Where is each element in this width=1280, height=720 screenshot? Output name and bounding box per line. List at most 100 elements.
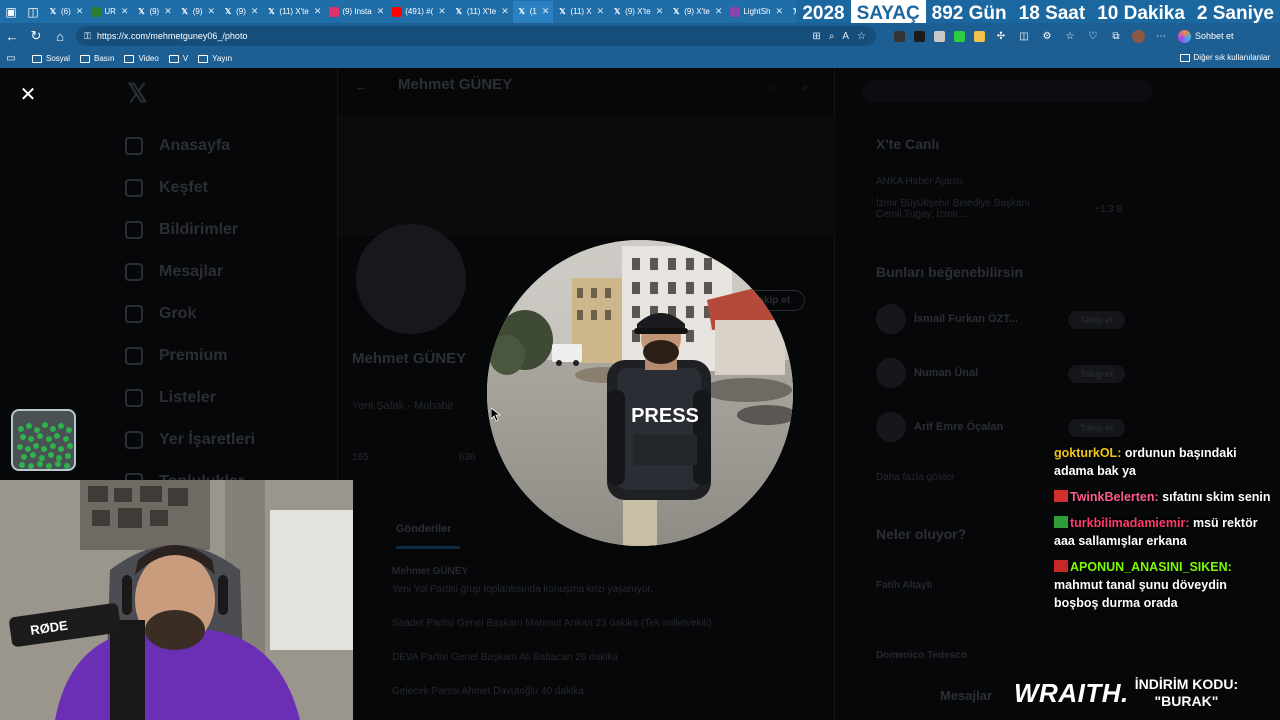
browser-tab[interactable]: (9) Insta ✕ bbox=[325, 1, 388, 23]
favorites-icon[interactable]: ☆ bbox=[1063, 24, 1077, 48]
trend-item[interactable]: Domenico Tedesco bbox=[876, 650, 967, 661]
browser-tab[interactable]: 𝕏 (9) ✕ bbox=[176, 1, 219, 23]
messages-drawer[interactable]: Mesajlar bbox=[940, 688, 992, 703]
workspaces-icon[interactable]: ▣ bbox=[0, 1, 22, 23]
tab-title: (11) X bbox=[570, 7, 592, 16]
tab-close-icon[interactable]: ✕ bbox=[656, 6, 664, 17]
split-screen-icon[interactable]: ◫ bbox=[1017, 24, 1031, 48]
followers-count[interactable]: 636 bbox=[459, 452, 476, 463]
search-icon[interactable]: ⌕ bbox=[802, 80, 809, 95]
follow-button[interactable]: Takip et bbox=[1068, 365, 1126, 383]
extension-icon[interactable] bbox=[934, 30, 945, 42]
tab-close-icon[interactable]: ✕ bbox=[164, 6, 172, 17]
url-field[interactable]: ⚿ https://x.com/mehmetguney06_/photo ⊞ ⌕… bbox=[76, 26, 876, 46]
browser-tab[interactable]: 𝕏 (6) ✕ bbox=[44, 1, 87, 23]
following-count[interactable]: 165 bbox=[352, 452, 369, 463]
search-field[interactable] bbox=[862, 80, 1152, 102]
back-arrow-icon[interactable]: ← bbox=[354, 78, 368, 94]
tab-close-icon[interactable]: ✕ bbox=[76, 6, 84, 17]
browser-tab[interactable]: 𝕏 (9) ✕ bbox=[219, 1, 262, 23]
extension-icon[interactable] bbox=[954, 30, 965, 42]
live-text[interactable]: İzmir Büyükşehir Belediye Başkanı Cemil … bbox=[876, 198, 1046, 220]
suggestion-name: Arif Emre Öçalan bbox=[914, 421, 1004, 433]
folder-icon bbox=[198, 54, 209, 63]
tab-close-icon[interactable]: ✕ bbox=[121, 6, 129, 17]
x-nav-item[interactable]: Grok bbox=[125, 293, 325, 335]
bookmark-label: Video bbox=[138, 54, 159, 63]
bookmark-folder[interactable]: Sosyal bbox=[32, 54, 70, 63]
x-nav-item[interactable]: Mesajlar bbox=[125, 251, 325, 293]
tab-close-icon[interactable]: ✕ bbox=[715, 6, 723, 17]
trend-item[interactable]: Fatih Altaylı bbox=[876, 580, 932, 591]
bookmark-folder[interactable]: V bbox=[168, 54, 188, 63]
tab-close-icon[interactable]: ✕ bbox=[776, 6, 784, 17]
browser-tab[interactable]: (491) #(✕ bbox=[388, 1, 450, 23]
extension-icon[interactable] bbox=[914, 30, 925, 42]
tab-close-icon[interactable]: ✕ bbox=[597, 6, 605, 17]
tab-close-icon[interactable]: ✕ bbox=[377, 6, 385, 17]
more-menu-icon[interactable]: ⋯ bbox=[1154, 24, 1168, 48]
follow-button[interactable]: Takip et bbox=[1068, 419, 1126, 437]
suggestion-item[interactable]: Arif Emre Öçalan bbox=[876, 412, 1003, 442]
tab-title: (9) Insta bbox=[342, 7, 372, 16]
bookmark-folder[interactable]: Yayın bbox=[198, 54, 232, 63]
x-nav-item[interactable]: Yer İşaretleri bbox=[125, 419, 325, 461]
x-nav-label: Grok bbox=[159, 305, 197, 322]
home-icon[interactable]: ⌂ bbox=[48, 24, 72, 48]
show-more-link[interactable]: Daha fazla göster bbox=[876, 472, 954, 483]
back-icon[interactable]: ← bbox=[0, 24, 24, 48]
live-source[interactable]: ANKA Haber Ajansı bbox=[876, 176, 963, 187]
suggestion-item[interactable]: İsmail Furkan ÖZT... bbox=[876, 304, 1018, 334]
browser-tab[interactable]: 𝕏 (11) X ✕ bbox=[553, 1, 608, 23]
grok-icon[interactable]: ◌ bbox=[768, 80, 775, 94]
other-bookmarks[interactable]: Diğer sık kullanılanlar bbox=[1179, 53, 1270, 62]
browser-tab[interactable]: 𝕏 (11) X'te ✕ bbox=[450, 1, 513, 23]
x-nav-label: Yer İşaretleri bbox=[159, 431, 256, 448]
tab-close-icon[interactable]: ✕ bbox=[501, 6, 509, 17]
site-info-icon[interactable]: ⚿ bbox=[84, 31, 91, 42]
tab-close-icon[interactable]: ✕ bbox=[251, 6, 259, 17]
collections-icon[interactable]: ⧉ bbox=[1109, 24, 1123, 48]
extension-icon[interactable] bbox=[894, 30, 905, 42]
favorite-star-icon[interactable]: ☆ bbox=[857, 31, 866, 42]
x-nav-item[interactable]: Anasayfa bbox=[125, 125, 325, 167]
zoom-icon[interactable]: ⌕ bbox=[829, 31, 835, 42]
browser-tab[interactable]: 𝕏 (9) ✕ bbox=[132, 1, 175, 23]
reload-icon[interactable]: ↻ bbox=[24, 24, 48, 48]
profile-avatar-large[interactable] bbox=[356, 224, 466, 334]
settings-icon[interactable]: ⚙ bbox=[1040, 24, 1054, 48]
x-nav-item[interactable]: Bildirimler bbox=[125, 209, 325, 251]
x-logo[interactable]: 𝕏 bbox=[127, 78, 325, 109]
x-nav-item[interactable]: Premium bbox=[125, 335, 325, 377]
browser-tab[interactable]: 𝕏 (9) X'te ✕ bbox=[608, 1, 667, 23]
browser-tab[interactable]: UR ✕ bbox=[87, 1, 132, 23]
x-nav-item[interactable]: Listeler bbox=[125, 377, 325, 419]
post-author[interactable]: Mehmet GÜNEY bbox=[392, 566, 468, 577]
bookmark-folder[interactable]: Video bbox=[124, 54, 159, 63]
read-aloud-icon[interactable]: A bbox=[842, 31, 849, 42]
follow-button[interactable]: Takip et bbox=[1068, 311, 1126, 329]
profile-avatar[interactable] bbox=[1132, 29, 1145, 43]
extension-icon[interactable] bbox=[974, 30, 985, 42]
bookmark-folder[interactable]: Basın bbox=[80, 54, 114, 63]
tab-posts[interactable]: Gönderiler bbox=[396, 523, 452, 535]
tab-close-icon[interactable]: ✕ bbox=[542, 6, 550, 17]
tab-close-icon[interactable]: ✕ bbox=[438, 6, 446, 17]
tab-actions-icon[interactable]: ◫ bbox=[22, 1, 44, 23]
copilot-chat-button[interactable]: Sohbet et bbox=[1178, 29, 1234, 43]
x-nav-item[interactable]: Keşfet bbox=[125, 167, 325, 209]
profile-name: Mehmet GÜNEY bbox=[352, 350, 467, 367]
counter-minutes: 10 Dakika bbox=[1097, 3, 1185, 24]
browser-tab[interactable]: LightSh ✕ bbox=[726, 1, 787, 23]
browser-tab[interactable]: 𝕏 (11) X'te ✕ bbox=[262, 1, 325, 23]
puzzle-icon[interactable]: ✣ bbox=[994, 24, 1008, 48]
tab-close-icon[interactable]: ✕ bbox=[208, 6, 216, 17]
browser-tab[interactable]: 𝕏 (1 ✕ bbox=[512, 0, 554, 23]
close-icon[interactable]: ✕ bbox=[18, 84, 38, 106]
browser-tab[interactable]: 𝕏 (9) X'te ✕ bbox=[667, 1, 726, 23]
apps-icon[interactable]: ⊞ bbox=[812, 31, 820, 42]
heart-icon[interactable]: ♡ bbox=[1086, 24, 1100, 48]
bookmarks-menu-icon[interactable]: ▭ bbox=[0, 50, 22, 68]
suggestion-item[interactable]: Numan Ünal bbox=[876, 358, 978, 388]
tab-close-icon[interactable]: ✕ bbox=[314, 6, 322, 17]
